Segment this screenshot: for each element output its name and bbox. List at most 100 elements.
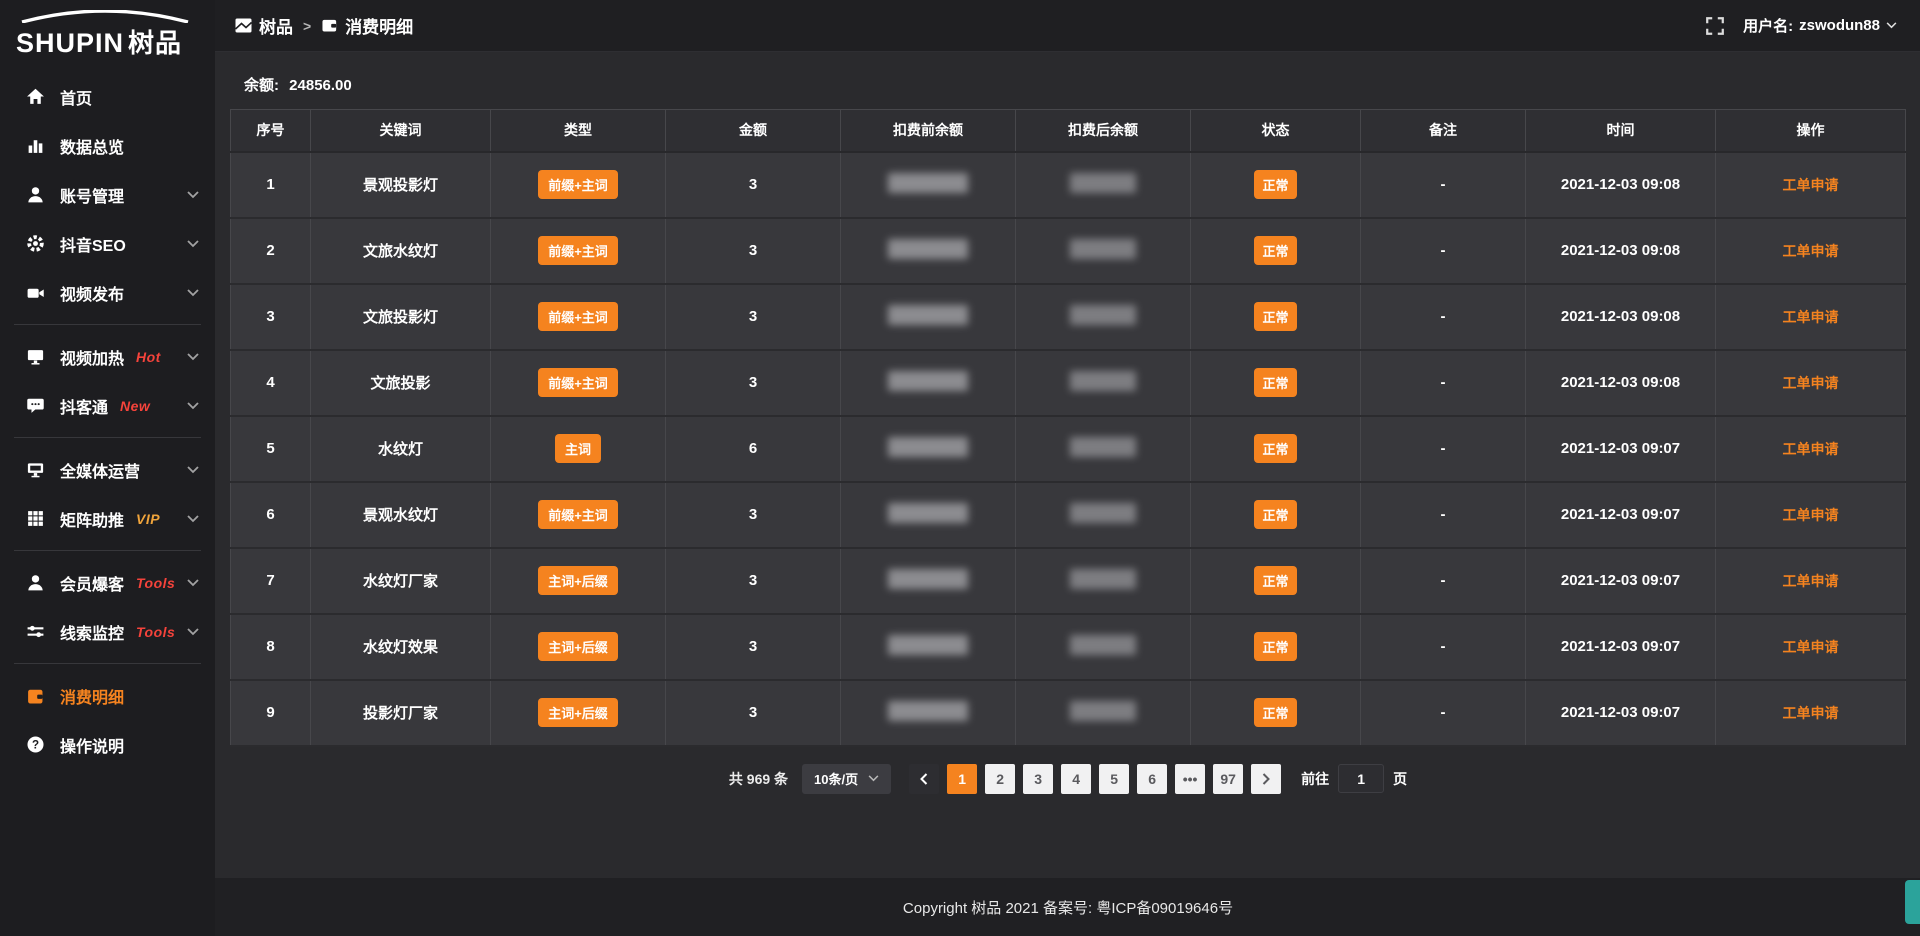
prev-page-button[interactable] [909, 764, 939, 794]
masked-balance [1070, 371, 1136, 391]
status-badge: 正常 [1254, 632, 1296, 661]
menu-tag-new: New [120, 398, 150, 414]
user-menu[interactable]: 用户名: zswodun88 [1743, 15, 1897, 36]
table-row: 7 水纹灯厂家 主词+后缀 3 正常 - 2021-12-03 09:07 工单… [231, 548, 1906, 614]
copyright-text: Copyright 树品 2021 备案号: 粤ICP备09019646号 [903, 897, 1233, 918]
user-icon [26, 185, 45, 204]
status-badge: 正常 [1254, 170, 1296, 199]
cell-index: 3 [231, 284, 311, 350]
cell-index: 7 [231, 548, 311, 614]
ellipsis-pages-button[interactable]: ••• [1175, 764, 1205, 794]
cell-post-balance [1016, 284, 1191, 350]
cell-action: 工单申请 [1716, 284, 1906, 350]
sidebar-item-douyin-seo[interactable]: 抖音SEO [0, 219, 215, 268]
ticket-apply-link[interactable]: 工单申请 [1783, 243, 1839, 259]
sidebar-item-doketong[interactable]: 抖客通 New [0, 381, 215, 430]
floating-widget[interactable] [1905, 880, 1920, 924]
col-header-index: 序号 [231, 110, 311, 152]
cell-amount: 3 [666, 218, 841, 284]
page-button-1[interactable]: 1 [947, 764, 977, 794]
cell-time: 2021-12-03 09:07 [1526, 680, 1716, 746]
sidebar-item-lead-monitor[interactable]: 线索监控 Tools [0, 607, 215, 656]
page-button-4[interactable]: 4 [1061, 764, 1091, 794]
logo-brand-cn: 树品 [128, 28, 182, 58]
cell-time: 2021-12-03 09:08 [1526, 284, 1716, 350]
cell-index: 5 [231, 416, 311, 482]
goto-page-input[interactable] [1338, 764, 1384, 793]
masked-balance [888, 239, 968, 259]
sidebar-item-media-ops[interactable]: 全媒体运营 [0, 445, 215, 494]
masked-balance [888, 371, 968, 391]
cell-remark: - [1361, 152, 1526, 218]
ticket-apply-link[interactable]: 工单申请 [1783, 441, 1839, 457]
question-icon: ? [26, 735, 45, 754]
page-size-value: 10条/页 [814, 769, 858, 788]
ticket-apply-link[interactable]: 工单申请 [1783, 375, 1839, 391]
masked-balance [888, 569, 968, 589]
table-row: 8 水纹灯效果 主词+后缀 3 正常 - 2021-12-03 09:07 工单… [231, 614, 1906, 680]
cell-action: 工单申请 [1716, 350, 1906, 416]
sidebar-item-label: 会员爆客 [60, 571, 124, 595]
sidebar-item-home[interactable]: 首页 [0, 72, 215, 121]
cell-time: 2021-12-03 09:08 [1526, 350, 1716, 416]
ticket-apply-link[interactable]: 工单申请 [1783, 639, 1839, 655]
type-badge: 前缀+主词 [538, 500, 618, 529]
page-button-6[interactable]: 6 [1137, 764, 1167, 794]
sidebar-item-member-burst[interactable]: 会员爆客 Tools [0, 558, 215, 607]
masked-balance [888, 503, 968, 523]
sidebar-item-video-publish[interactable]: 视频发布 [0, 268, 215, 317]
status-badge: 正常 [1254, 500, 1296, 529]
sidebar-item-consumption-details[interactable]: 消费明细 [0, 671, 215, 720]
table-row: 6 景观水纹灯 前缀+主词 3 正常 - 2021-12-03 09:07 工单… [231, 482, 1906, 548]
page-footer: Copyright 树品 2021 备案号: 粤ICP备09019646号 [215, 878, 1920, 936]
page-size-select[interactable]: 10条/页 [802, 764, 891, 794]
main-area: 树品 > 消费明细 用户名: zswodun88 余额: 2 [215, 0, 1920, 936]
next-page-button[interactable] [1251, 764, 1281, 794]
sidebar-item-instructions[interactable]: ? 操作说明 [0, 720, 215, 769]
cell-amount: 6 [666, 416, 841, 482]
page-button-3[interactable]: 3 [1023, 764, 1053, 794]
masked-balance [888, 305, 968, 325]
cell-status: 正常 [1191, 548, 1361, 614]
cell-index: 4 [231, 350, 311, 416]
ticket-apply-link[interactable]: 工单申请 [1783, 177, 1839, 193]
type-badge: 前缀+主词 [538, 170, 618, 199]
masked-balance [888, 173, 968, 193]
page-button-5[interactable]: 5 [1099, 764, 1129, 794]
cell-amount: 3 [666, 284, 841, 350]
page-button-2[interactable]: 2 [985, 764, 1015, 794]
breadcrumb-root[interactable]: 树品 [235, 13, 293, 38]
cell-type: 主词+后缀 [491, 614, 666, 680]
sidebar-item-video-heat[interactable]: 视频加热 Hot [0, 332, 215, 381]
type-badge: 主词+后缀 [538, 698, 618, 727]
cell-index: 9 [231, 680, 311, 746]
table-row: 4 文旅投影 前缀+主词 3 正常 - 2021-12-03 09:08 工单申… [231, 350, 1906, 416]
cell-type: 主词+后缀 [491, 548, 666, 614]
ticket-apply-link[interactable]: 工单申请 [1783, 573, 1839, 589]
fullscreen-icon[interactable] [1705, 16, 1725, 36]
cell-time: 2021-12-03 09:07 [1526, 416, 1716, 482]
cell-time: 2021-12-03 09:08 [1526, 218, 1716, 284]
cell-keyword: 景观水纹灯 [311, 482, 491, 548]
ticket-apply-link[interactable]: 工单申请 [1783, 705, 1839, 721]
chevron-down-icon [1886, 22, 1897, 29]
sidebar-item-data-overview[interactable]: 数据总览 [0, 121, 215, 170]
type-badge: 前缀+主词 [538, 368, 618, 397]
ticket-apply-link[interactable]: 工单申请 [1783, 309, 1839, 325]
sidebar-item-account-mgmt[interactable]: 账号管理 [0, 170, 215, 219]
masked-balance [1070, 239, 1136, 259]
chevron-down-icon [187, 191, 199, 199]
cell-status: 正常 [1191, 614, 1361, 680]
sidebar-item-label: 数据总览 [60, 134, 124, 158]
menu-tag-hot: Hot [136, 349, 161, 365]
ticket-apply-link[interactable]: 工单申请 [1783, 507, 1839, 523]
breadcrumb-current[interactable]: 消费明细 [321, 13, 413, 38]
page-button-97[interactable]: 97 [1213, 764, 1243, 794]
sidebar-item-matrix-boost[interactable]: 矩阵助推 VIP [0, 494, 215, 543]
cell-index: 6 [231, 482, 311, 548]
cell-index: 1 [231, 152, 311, 218]
goto-suffix: 页 [1393, 769, 1407, 789]
cell-type: 前缀+主词 [491, 482, 666, 548]
app-icon [235, 18, 252, 33]
cell-amount: 3 [666, 614, 841, 680]
